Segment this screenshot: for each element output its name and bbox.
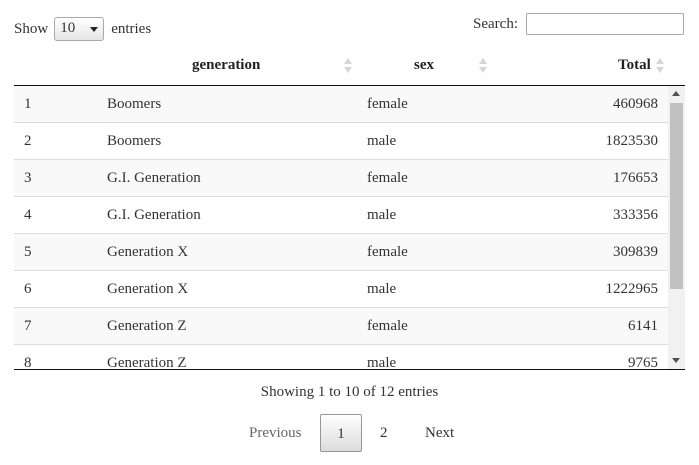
entries-select-value: 10 [60, 20, 76, 36]
generation-cell: Generation X [107, 281, 189, 297]
row-index: 5 [24, 244, 32, 260]
table-scrollbar[interactable] [668, 86, 685, 369]
total-cell: 1823530 [605, 133, 659, 149]
generation-cell: Boomers [107, 133, 162, 149]
length-menu: Show 10 entries [14, 16, 151, 42]
row-index: 1 [24, 96, 32, 112]
column-header-sex[interactable]: sex [414, 48, 434, 85]
next-button[interactable]: Next [425, 414, 454, 452]
generation-cell: Generation Z [107, 318, 187, 334]
row-index: 3 [24, 170, 32, 186]
sex-cell: female [367, 318, 408, 334]
sex-cell: male [367, 207, 397, 223]
search-label: Search: [473, 15, 518, 32]
length-suffix: entries [111, 21, 152, 37]
total-cell: 176653 [613, 170, 658, 186]
row-index: 7 [24, 318, 32, 334]
total-cell: 309839 [613, 244, 658, 260]
sort-both-icon[interactable] [479, 58, 487, 74]
table-row: 4 G.I. Generation male 333356 [14, 197, 668, 234]
column-header-total[interactable]: Total [618, 48, 651, 85]
sort-both-icon[interactable] [656, 58, 664, 74]
sex-cell: female [367, 244, 408, 260]
pagination: Previous 1 2 Next [0, 414, 699, 452]
sex-cell: female [367, 96, 408, 112]
total-cell: 9765 [628, 355, 658, 369]
previous-button[interactable]: Previous [249, 414, 302, 452]
search-input[interactable] [526, 13, 684, 35]
search-box: Search: [473, 13, 684, 35]
sex-cell: male [367, 133, 397, 149]
table-bottom-divider [14, 369, 685, 370]
table-row: 2 Boomers male 1823530 [14, 123, 668, 160]
total-cell: 460968 [613, 96, 658, 112]
generation-cell: G.I. Generation [107, 207, 201, 223]
column-header-generation[interactable]: generation [192, 48, 260, 85]
table-row: 1 Boomers female 460968 [14, 86, 668, 123]
table-row: 8 Generation Z male 9765 [14, 345, 668, 369]
entries-select[interactable]: 10 [54, 17, 105, 41]
scrollbar-thumb[interactable] [670, 103, 683, 289]
row-index: 4 [24, 207, 32, 223]
table-row: 6 Generation X male 1222965 [14, 271, 668, 308]
sex-cell: female [367, 170, 408, 186]
generation-cell: Generation Z [107, 355, 187, 369]
table-controls: Show 10 entries Search: [14, 13, 684, 42]
sex-cell: male [367, 281, 397, 297]
table-body: 1 Boomers female 460968 2 Boomers male 1… [14, 86, 685, 369]
chevron-down-icon [90, 27, 99, 32]
table-row: 7 Generation Z female 6141 [14, 308, 668, 345]
table-header: generation sex Total [14, 48, 685, 85]
sort-both-icon[interactable] [344, 58, 352, 74]
generation-cell: Generation X [107, 244, 189, 260]
table-info: Showing 1 to 10 of 12 entries [260, 384, 439, 400]
generation-cell: G.I. Generation [107, 170, 201, 186]
table-row: 5 Generation X female 309839 [14, 234, 668, 271]
sex-cell: male [367, 355, 397, 369]
total-cell: 333356 [613, 207, 658, 223]
length-prefix: Show [14, 21, 49, 37]
scroll-up-arrow-icon[interactable] [672, 91, 680, 96]
row-index: 2 [24, 133, 32, 149]
generation-cell: Boomers [107, 96, 162, 112]
total-cell: 6141 [628, 318, 658, 334]
row-index: 8 [24, 355, 32, 369]
page-2-button[interactable]: 2 [380, 414, 388, 452]
scroll-down-arrow-icon[interactable] [672, 358, 680, 363]
total-cell: 1222965 [605, 281, 659, 297]
table-row: 3 G.I. Generation female 176653 [14, 160, 668, 197]
row-index: 6 [24, 281, 32, 297]
page-1-button[interactable]: 1 [320, 414, 362, 452]
